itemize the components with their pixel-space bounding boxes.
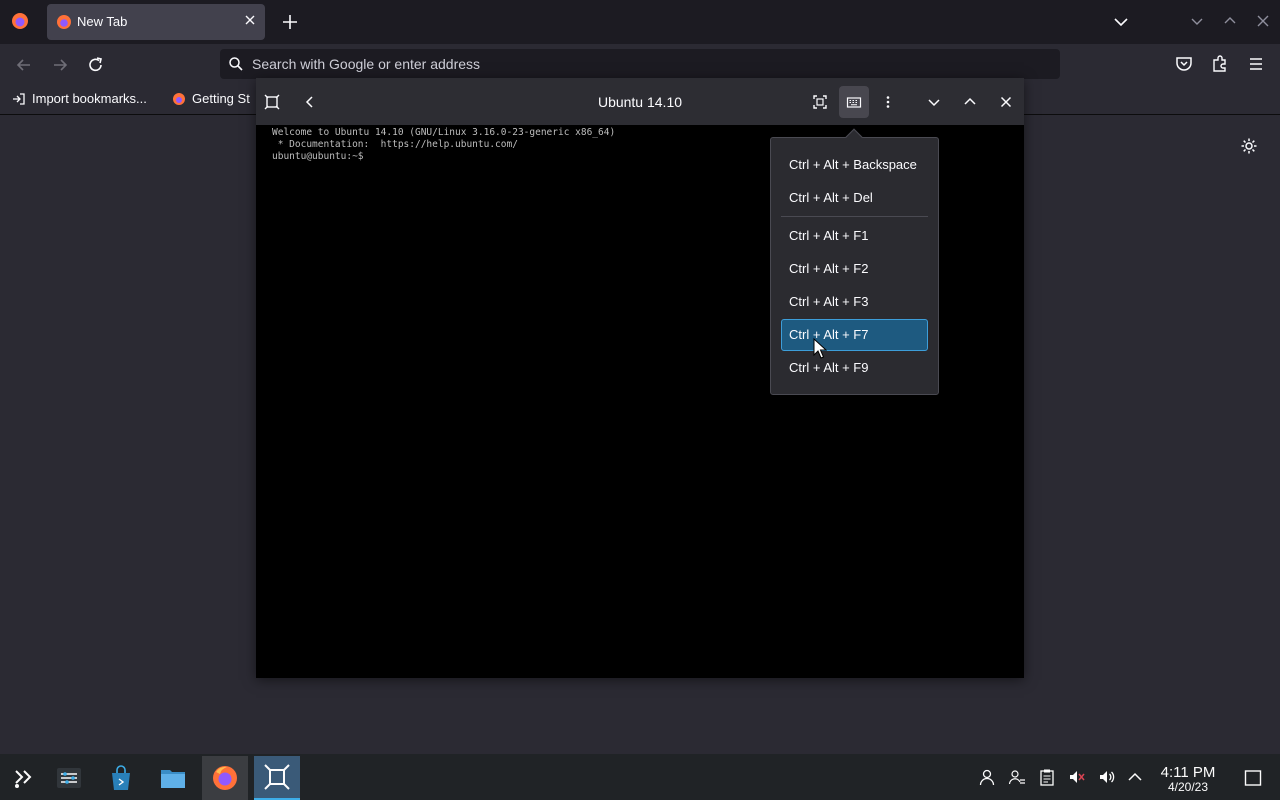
menu-item-ctrl-alt-f2[interactable]: Ctrl + Alt + F2 (781, 253, 928, 285)
fullscreen-icon (813, 95, 827, 109)
import-icon (13, 92, 25, 105)
bookmark-label: Getting St (192, 91, 250, 106)
extensions-puzzle-icon[interactable] (1210, 54, 1230, 74)
user-icon[interactable] (978, 768, 996, 786)
reload-icon[interactable] (86, 56, 106, 74)
tab-new-tab[interactable]: New Tab (47, 4, 265, 40)
vm-header: Ubuntu 14.10 (256, 78, 1024, 125)
list-all-tabs-chevron-icon[interactable] (1110, 12, 1132, 32)
menu-separator (781, 216, 928, 217)
forward-arrow-icon[interactable] (50, 56, 70, 74)
close-tab-icon[interactable] (243, 13, 257, 27)
vm-minimize-button[interactable] (922, 90, 946, 114)
tray-expand-chevron-up-icon[interactable] (1126, 768, 1144, 786)
menu-item-ctrl-alt-f3[interactable]: Ctrl + Alt + F3 (781, 286, 928, 318)
vm-close-button[interactable] (994, 90, 1018, 114)
firefox-tab-icon (57, 15, 71, 29)
bookmark-label: Import bookmarks... (32, 91, 147, 106)
menu-item-ctrl-alt-f1[interactable]: Ctrl + Alt + F1 (781, 220, 928, 252)
tab-title: New Tab (77, 14, 128, 29)
clipboard-icon[interactable] (1038, 768, 1056, 786)
hamburger-menu-icon[interactable] (1246, 54, 1266, 74)
vertical-dots-icon (886, 96, 890, 108)
menu-item-ctrl-alt-del[interactable]: Ctrl + Alt + Del (781, 182, 928, 214)
firefox-menu-icon[interactable] (10, 11, 30, 31)
digital-clock[interactable]: 4:11 PM 4/20/23 (1150, 764, 1226, 793)
user-switch-icon[interactable] (1008, 768, 1026, 786)
task-system-settings[interactable] (46, 756, 92, 800)
keyboard-icon (846, 97, 862, 108)
settings-sliders-icon (57, 768, 81, 788)
chevron-up-icon (964, 97, 976, 105)
close-window-icon[interactable] (1256, 14, 1270, 28)
bookmark-getting-started[interactable]: Getting St (172, 91, 258, 106)
menu-item-ctrl-alt-backspace[interactable]: Ctrl + Alt + Backspace (781, 149, 928, 181)
vm-send-keys-button[interactable] (839, 86, 869, 118)
vm-more-options-button[interactable] (876, 90, 900, 114)
gear-icon[interactable] (1240, 137, 1258, 155)
mouse-pointer-icon (813, 338, 827, 359)
chevron-down-icon (928, 99, 940, 107)
new-tab-plus-icon[interactable] (279, 11, 301, 33)
firefox-icon (213, 766, 237, 790)
volume-icon[interactable] (1098, 768, 1116, 786)
clock-time: 4:11 PM (1160, 764, 1216, 781)
vm-fullscreen-button[interactable] (808, 90, 832, 114)
minimize-window-icon[interactable] (1190, 14, 1204, 28)
audio-muted-icon[interactable] (1068, 768, 1086, 786)
task-firefox[interactable] (202, 756, 248, 800)
clock-date: 4/20/23 (1167, 780, 1209, 794)
application-launcher[interactable] (0, 756, 46, 800)
back-arrow-icon[interactable] (14, 56, 34, 74)
vm-maximize-button[interactable] (958, 90, 982, 114)
task-dolphin[interactable] (150, 756, 196, 800)
task-discover[interactable] (98, 756, 144, 800)
boxes-vm-icon (264, 764, 290, 790)
show-desktop-icon[interactable] (1244, 769, 1262, 787)
close-icon (1000, 96, 1012, 108)
bookmark-import[interactable]: Import bookmarks... (12, 91, 147, 106)
address-input[interactable] (252, 49, 1042, 79)
discover-store-icon (112, 765, 130, 790)
address-bar[interactable] (220, 49, 1060, 79)
send-keys-popover: Ctrl + Alt + Backspace Ctrl + Alt + Del … (770, 128, 939, 395)
browser-tabbar: New Tab (0, 0, 1280, 44)
steamos-launcher-icon (15, 770, 32, 788)
task-boxes[interactable] (254, 756, 300, 800)
maximize-window-icon[interactable] (1223, 14, 1237, 28)
taskbar (0, 754, 1280, 800)
pocket-icon[interactable] (1174, 54, 1194, 74)
menu-item-ctrl-alt-f9[interactable]: Ctrl + Alt + F9 (781, 352, 928, 384)
menu-item-ctrl-alt-f7[interactable]: Ctrl + Alt + F7 (781, 319, 928, 351)
vm-title: Ubuntu 14.10 (597, 94, 683, 110)
file-manager-folder-icon (161, 770, 185, 788)
firefox-bookmark-icon (173, 92, 185, 105)
search-icon (229, 57, 243, 71)
